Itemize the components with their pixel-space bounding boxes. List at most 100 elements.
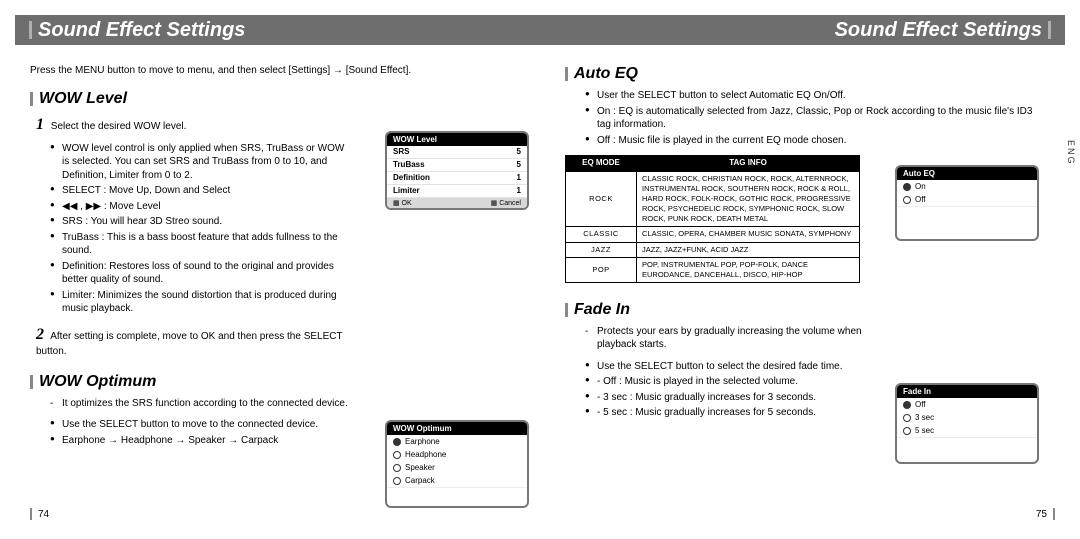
section-bar-icon	[30, 375, 33, 389]
fade-in-body: Protects your ears by gradually increasi…	[565, 325, 875, 420]
list-item: User the SELECT button to select Automat…	[585, 89, 1035, 103]
list-item: - 3 sec : Music gradually increases for …	[585, 391, 875, 405]
list-item: - 5 sec : Music gradually increases for …	[585, 406, 875, 420]
list-item: WOW level control is only applied when S…	[50, 142, 350, 183]
fade-in-lead-text: Protects your ears by gradually increasi…	[585, 325, 875, 352]
fade-in-lead: Protects your ears by gradually increasi…	[585, 325, 875, 352]
page-header: Sound Effect Settings Sound Effect Setti…	[15, 15, 1065, 45]
device-option-label: Speaker	[405, 461, 435, 474]
list-item: - Off : Music is played in the selected …	[585, 375, 875, 389]
device-row: SRS5	[387, 146, 527, 159]
page-number-left: 74	[30, 508, 49, 520]
eq-tag-cell: CLASSIC, OPERA, CHAMBER MUSIC SONATA, SY…	[637, 227, 860, 242]
step-number-2: 2	[36, 326, 48, 343]
page-number-left-text: 74	[38, 509, 49, 520]
header-accent-bar	[29, 21, 32, 39]
auto-eq-bullets: User the SELECT button to select Automat…	[585, 89, 1035, 147]
eq-tag-cell: CLASSIC ROCK, CHRISTIAN ROCK, ROCK, ALTE…	[637, 171, 860, 227]
eq-mode-cell: ROCK	[566, 171, 637, 227]
device-ok: ▦ OK	[393, 199, 412, 207]
header-title-right-text: Sound Effect Settings	[835, 19, 1042, 42]
list-item: Use the SELECT button to select the desi…	[585, 360, 875, 374]
device-option: Off	[897, 193, 1037, 206]
page-bar-icon	[30, 508, 32, 520]
section-bar-icon	[565, 67, 568, 81]
device-option-label: Off	[915, 193, 926, 206]
header-title-left-text: Sound Effect Settings	[38, 19, 245, 42]
eq-table-head-mode: EQ Mode	[566, 156, 637, 172]
wow-optimum-heading: WOW Optimum	[30, 373, 530, 391]
eq-table-head-tag: Tag Info	[637, 156, 860, 172]
device-auto-eq: Auto EQ OnOff	[895, 165, 1039, 241]
device-option-label: Headphone	[405, 448, 446, 461]
device-row-value: 5	[517, 159, 521, 171]
device-row-value: 1	[517, 172, 521, 184]
device-title: Fade In	[897, 385, 1037, 398]
device-wow-level: WOW Level SRS5TruBass5Definition1Limiter…	[385, 131, 529, 210]
device-footer: ▦ OK ▦ Cancel	[387, 198, 527, 208]
list-item: Off : Music file is played in the curren…	[585, 134, 1035, 148]
wow-optimum-bullets: Use the SELECT button to move to the con…	[50, 418, 350, 447]
list-item: Definition: Restores loss of sound to th…	[50, 260, 350, 287]
table-row: CLASSICCLASSIC, OPERA, CHAMBER MUSIC SON…	[566, 227, 860, 242]
list-item: Limiter: Minimizes the sound distortion …	[50, 289, 350, 316]
radio-icon	[903, 401, 911, 409]
wow-level-step1-text: Select the desired WOW level.	[51, 121, 187, 132]
radio-icon	[903, 414, 911, 422]
wow-level-heading: WOW Level	[30, 90, 530, 108]
device-title: Auto EQ	[897, 167, 1037, 180]
device-option-label: 5 sec	[915, 424, 934, 437]
wow-optimum-lead-text: It optimizes the SRS function according …	[50, 397, 350, 411]
device-option: Headphone	[387, 448, 527, 461]
page-bar-icon	[1053, 508, 1055, 520]
device-title-text: WOW Level	[393, 135, 437, 144]
list-item: On : EQ is automatically selected from J…	[585, 105, 1035, 132]
eq-tag-cell: JAZZ, JAZZ+FUNK, ACID JAZZ	[637, 242, 860, 257]
auto-eq-heading-text: Auto EQ	[574, 65, 638, 83]
radio-icon	[393, 438, 401, 446]
page-number-right-text: 75	[1036, 509, 1047, 520]
wow-optimum-lead: It optimizes the SRS function according …	[50, 397, 350, 411]
device-option: 5 sec	[897, 424, 1037, 437]
language-tab: ENG	[1061, 140, 1076, 166]
intro-text: Press the MENU button to move to menu, a…	[30, 65, 530, 76]
wow-level-body: 1 Select the desired WOW level. WOW leve…	[30, 114, 350, 359]
fade-in-heading-text: Fade In	[574, 301, 630, 319]
wow-level-bullets-1: WOW level control is only applied when S…	[50, 142, 350, 316]
device-title: WOW Optimum	[387, 422, 527, 435]
radio-icon	[903, 196, 911, 204]
page-left: Press the MENU button to move to menu, a…	[30, 65, 530, 520]
device-option: Off	[897, 398, 1037, 411]
device-option: Speaker	[387, 461, 527, 474]
list-item: Use the SELECT button to move to the con…	[50, 418, 350, 432]
device-option-label: On	[915, 180, 926, 193]
wow-level-heading-text: WOW Level	[39, 90, 127, 108]
device-row-label: TruBass	[393, 159, 425, 171]
device-option-label: 3 sec	[915, 411, 934, 424]
table-row: JAZZJAZZ, JAZZ+FUNK, ACID JAZZ	[566, 242, 860, 257]
list-item: Earphone → Headphone → Speaker → Carpack	[50, 434, 350, 448]
page-number-right: 75	[1036, 508, 1055, 520]
device-option: 3 sec	[897, 411, 1037, 424]
device-row: TruBass 5	[387, 159, 527, 172]
section-bar-icon	[30, 92, 33, 106]
device-row-label: Definition	[393, 172, 430, 184]
auto-eq-heading: Auto EQ	[565, 65, 1055, 83]
radio-icon	[393, 477, 401, 485]
wow-level-step-2: 2 After setting is complete, move to OK …	[36, 324, 350, 359]
step-number-1: 1	[36, 116, 48, 133]
device-option-label: Carpack	[405, 474, 435, 487]
list-item: SELECT : Move Up, Down and Select	[50, 184, 350, 198]
device-row: Definition 1	[387, 172, 527, 185]
device-fade-in: Fade In Off3 sec5 sec	[895, 383, 1039, 464]
device-row-label: SRS	[393, 146, 409, 158]
device-option: Carpack	[387, 474, 527, 487]
device-title-text: Fade In	[903, 387, 931, 396]
device-cancel: ▦ Cancel	[491, 199, 521, 207]
wow-optimum-heading-text: WOW Optimum	[39, 373, 156, 391]
device-option-label: Off	[915, 398, 926, 411]
fade-in-heading: Fade In	[565, 301, 1055, 319]
radio-icon	[393, 464, 401, 472]
wow-level-step-1: 1 Select the desired WOW level.	[36, 114, 350, 136]
eq-tag-cell: POP, INSTRUMENTAL POP, POP-FOLK, DANCE E…	[637, 257, 860, 282]
